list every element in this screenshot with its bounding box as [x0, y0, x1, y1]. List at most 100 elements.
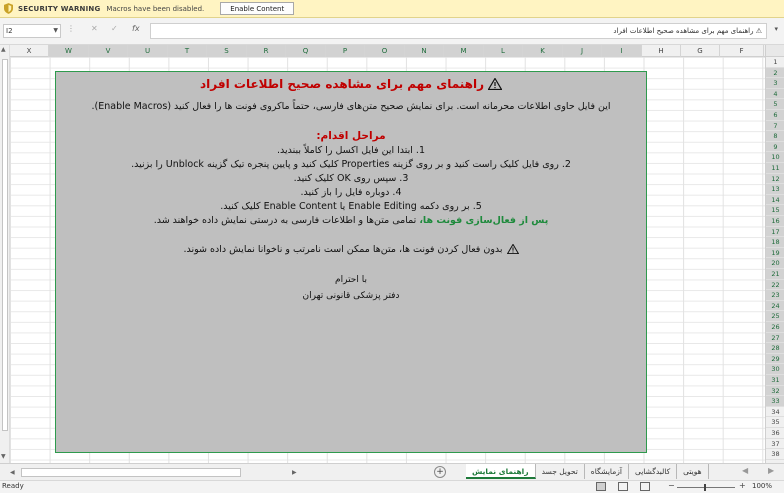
row-header[interactable]: 2 [766, 67, 784, 79]
row-header[interactable]: 27 [766, 332, 784, 344]
page-break-view-icon[interactable] [640, 482, 650, 491]
row-header[interactable]: 33 [766, 396, 784, 407]
row-header[interactable]: 31 [766, 375, 784, 386]
row-header[interactable]: 13 [766, 184, 784, 195]
row-header[interactable]: 23 [766, 290, 784, 301]
row-header[interactable]: 28 [766, 343, 784, 354]
normal-view-icon[interactable] [596, 482, 606, 491]
row-header[interactable]: 3 [766, 78, 784, 89]
row-header[interactable]: 18 [766, 237, 784, 248]
zoom-in-icon[interactable]: + [739, 481, 746, 490]
column-header[interactable]: X [10, 45, 49, 57]
status-ready: Ready [2, 482, 24, 490]
horizontal-scrollbar[interactable]: ◀ ▶ [8, 467, 300, 478]
scrollbar-thumb[interactable] [2, 59, 8, 431]
column-header[interactable]: M [444, 45, 484, 57]
vertical-scrollbar[interactable]: ▲ ▼ [0, 45, 10, 463]
row-header[interactable]: 17 [766, 226, 784, 238]
chevron-down-icon[interactable]: ▼ [53, 25, 58, 37]
cancel-icon[interactable]: ✕ [91, 24, 98, 33]
row-header[interactable]: 37 [766, 439, 784, 450]
sheet-tab[interactable]: آزمایشگاه [585, 464, 629, 479]
function-icon[interactable]: fx [132, 24, 140, 33]
tab-nav-right-icon[interactable]: ▶ [768, 466, 774, 475]
after-activation-line: پس از فعال‌سازی فونت ها، تمامی متن‌ها و … [56, 215, 646, 226]
formula-input[interactable]: ⚠ راهنمای مهم برای مشاهده صحیح اطلاعات ا… [150, 23, 767, 39]
row-header[interactable]: 29 [766, 353, 784, 365]
step-2: 2. روی فایل کلیک راست کنید و بر روی گزین… [131, 159, 571, 170]
row-header[interactable]: 7 [766, 120, 784, 132]
row-header[interactable]: 4 [766, 88, 784, 100]
column-header[interactable]: O [365, 45, 405, 57]
row-header[interactable]: 21 [766, 269, 784, 280]
message-title-text: راهنمای مهم برای مشاهده صحیح اطلاعات افر… [200, 77, 484, 91]
scroll-up-icon[interactable]: ▲ [1, 46, 6, 53]
column-header[interactable]: P [326, 45, 365, 57]
row-header[interactable]: 1 [766, 57, 784, 68]
row-header[interactable]: 36 [766, 428, 784, 439]
row-header[interactable]: 12 [766, 173, 784, 185]
column-header[interactable]: W [49, 45, 89, 57]
row-header[interactable]: 16 [766, 216, 784, 227]
row-header[interactable]: 5 [766, 99, 784, 110]
sheet-tab[interactable]: راهنمای نمایش [466, 464, 536, 479]
enter-icon[interactable]: ✓ [111, 24, 118, 33]
row-header[interactable]: 24 [766, 300, 784, 312]
security-warning-title: SECURITY WARNING [18, 4, 101, 13]
enable-content-button[interactable]: Enable Content [220, 2, 295, 15]
name-box[interactable]: I2 ▼ [3, 24, 61, 38]
scroll-left-icon[interactable]: ◀ [10, 467, 15, 478]
security-warning-message: Macros have been disabled. [106, 4, 205, 13]
scroll-down-icon[interactable]: ▼ [1, 453, 6, 460]
spreadsheet-grid[interactable]: ▲ ▼ XWVUTSRQPONMLKJIHGF 1 2 3 4 5 6 7 8 9 10 11 12 1… [0, 45, 784, 463]
row-header[interactable]: 14 [766, 194, 784, 206]
column-header[interactable]: V [89, 45, 128, 57]
row-header[interactable]: 34 [766, 407, 784, 418]
row-header[interactable]: 6 [766, 110, 784, 121]
row-header[interactable]: 25 [766, 311, 784, 322]
row-header[interactable]: 19 [766, 247, 784, 259]
row-header[interactable]: 22 [766, 279, 784, 291]
row-header[interactable]: 32 [766, 385, 784, 397]
column-header[interactable]: Q [286, 45, 326, 57]
select-all-corner[interactable] [765, 45, 784, 57]
row-header[interactable]: 30 [766, 364, 784, 375]
scrollbar-thumb[interactable] [21, 468, 241, 477]
column-header[interactable]: J [563, 45, 602, 57]
row-header[interactable]: 35 [766, 417, 784, 428]
column-header[interactable]: K [523, 45, 563, 57]
column-header[interactable]: F [720, 45, 764, 57]
row-header[interactable]: 10 [766, 152, 784, 163]
sheet-tab[interactable]: هویتی [677, 464, 709, 479]
page-layout-view-icon[interactable] [618, 482, 628, 491]
row-header[interactable]: 26 [766, 322, 784, 333]
row-header[interactable]: 11 [766, 163, 784, 174]
row-header[interactable]: 8 [766, 131, 784, 142]
sheet-tab[interactable]: تحویل جسد [536, 464, 585, 479]
column-header[interactable]: N [405, 45, 444, 57]
zoom-slider-knob[interactable] [704, 484, 706, 491]
step-1: 1. ابتدا این فایل اکسل را کاملاً ببندید. [276, 145, 426, 156]
add-sheet-button[interactable]: + [434, 466, 446, 478]
row-header[interactable]: 38 [766, 449, 784, 460]
row-header[interactable]: 20 [766, 258, 784, 269]
row-header[interactable]: 15 [766, 205, 784, 216]
merged-message-cell[interactable]: راهنمای مهم برای مشاهده صحیح اطلاعات افر… [55, 71, 647, 453]
column-header[interactable]: H [642, 45, 681, 57]
column-header[interactable]: U [128, 45, 168, 57]
row-header[interactable]: 9 [766, 141, 784, 153]
column-header[interactable]: I [602, 45, 642, 57]
column-header[interactable]: L [484, 45, 523, 57]
column-header[interactable]: G [681, 45, 720, 57]
scroll-right-icon[interactable]: ▶ [292, 467, 297, 478]
warning-icon: ⚠ [755, 27, 762, 35]
sheet-tab[interactable]: کالبدگشایی [629, 464, 678, 479]
zoom-level[interactable]: 100% [752, 482, 772, 490]
expand-formula-icon[interactable]: ▾ [774, 25, 778, 33]
column-header[interactable]: S [207, 45, 247, 57]
zoom-slider[interactable] [677, 484, 735, 491]
tab-nav-left-icon[interactable]: ◀ [742, 466, 748, 475]
zoom-out-icon[interactable]: − [668, 481, 675, 490]
column-header[interactable]: T [168, 45, 207, 57]
column-header[interactable]: R [247, 45, 286, 57]
